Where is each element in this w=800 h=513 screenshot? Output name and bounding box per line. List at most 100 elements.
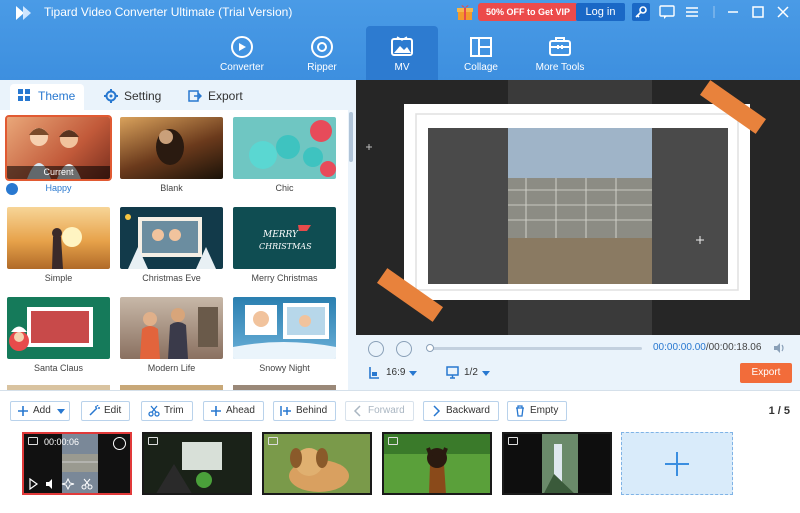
tab-collage[interactable]: Collage [445, 26, 517, 80]
subtab-theme[interactable]: Theme [10, 84, 84, 110]
progress-knob[interactable] [426, 344, 434, 352]
disc-icon [311, 36, 333, 58]
ahead-button[interactable]: Ahead [203, 401, 264, 421]
theme-label: Snowy Night [259, 363, 310, 373]
chevron-left-icon [353, 405, 361, 417]
timeline-clip-1[interactable]: 00:00:06 [22, 432, 132, 495]
tab-label: MV [394, 62, 410, 73]
feedback-icon[interactable] [658, 3, 676, 21]
image-icon [388, 437, 398, 445]
selected-check-icon [6, 183, 18, 195]
video-preview[interactable] [356, 80, 800, 335]
tab-ripper[interactable]: Ripper [286, 26, 358, 80]
theme-blank[interactable]: Blank [120, 117, 223, 193]
collage-icon [470, 37, 492, 57]
subtab-label: Export [208, 89, 243, 103]
theme-label: Christmas Eve [142, 273, 201, 283]
timeline: 00:00:06 [0, 430, 800, 513]
theme-santa-claus[interactable]: Santa Claus [7, 297, 110, 373]
forward-button[interactable]: Forward [345, 401, 414, 421]
theme-merry-christmas[interactable]: MERRY CHRISTMAS Merry Christmas [233, 207, 336, 283]
login-button[interactable]: Log in [576, 3, 625, 21]
backward-button[interactable]: Backward [423, 401, 499, 421]
maximize-icon[interactable] [749, 3, 767, 21]
promo-banner[interactable]: 50% OFF to Get VIP [478, 3, 579, 21]
timeline-clip-3[interactable] [262, 432, 372, 495]
tab-more-tools[interactable]: More Tools [524, 26, 596, 80]
theme-panel: Theme Setting Export Current Happy Blank… [0, 80, 355, 390]
gift-icon[interactable] [456, 3, 474, 21]
app-logo-icon [16, 6, 31, 20]
forward-label: Forward [368, 405, 405, 416]
menu-icon[interactable] [683, 3, 701, 21]
tab-label: Collage [464, 62, 498, 73]
timeline-clip-5[interactable] [502, 432, 612, 495]
theme-label: Happy [45, 183, 72, 193]
add-label: Add [33, 405, 51, 416]
edit-toolbar: Add Edit Trim Ahead Behind Forward Backw… [0, 390, 800, 430]
edit-button[interactable]: Edit [81, 401, 131, 421]
timeline-clip-4[interactable] [382, 432, 492, 495]
scissors-icon [83, 478, 91, 486]
subtab-export[interactable]: Export [180, 84, 256, 110]
theme-chic[interactable]: Chic [233, 117, 336, 193]
export-icon [188, 90, 202, 102]
subtab-label: Setting [124, 89, 162, 103]
tab-label: Converter [220, 62, 264, 73]
pause-button[interactable] [368, 341, 384, 357]
scrollbar-thumb[interactable] [349, 112, 353, 162]
clip-controls [29, 478, 93, 490]
ahead-label: Ahead [226, 405, 255, 416]
aspect-icon [369, 367, 379, 379]
theme-simple[interactable]: Simple [7, 207, 110, 283]
trim-button[interactable]: Trim [141, 401, 193, 421]
image-icon [268, 437, 278, 445]
monitor-icon [446, 366, 459, 379]
stop-button[interactable] [396, 341, 412, 357]
image-icon [148, 437, 158, 445]
edit-label: Edit [104, 405, 122, 416]
theme-label: Chic [275, 183, 294, 193]
progress-bar[interactable] [426, 344, 642, 352]
time-current: 00:00:00.00 [653, 342, 706, 353]
theme-snowy-night[interactable]: Snowy Night [233, 297, 336, 373]
scissors-icon [148, 405, 160, 417]
minimize-icon[interactable] [724, 3, 742, 21]
theme-label: Blank [160, 183, 183, 193]
separator-icon [713, 6, 715, 18]
add-button[interactable]: Add [10, 401, 70, 421]
volume-icon[interactable] [772, 341, 786, 355]
title-bar: Tipard Video Converter Ultimate (Trial V… [0, 0, 800, 80]
empty-button[interactable]: Empty [507, 401, 568, 421]
subtab-setting[interactable]: Setting [96, 84, 174, 110]
export-button[interactable]: Export [740, 363, 792, 383]
add-clip-button[interactable] [621, 432, 733, 495]
tab-mv[interactable]: MV [366, 26, 438, 80]
theme-grid: Current Happy Blank Chic Simple Christma… [0, 110, 348, 390]
screen-dropdown[interactable]: 1/2 [446, 365, 490, 381]
theme-scrollbar[interactable] [348, 110, 355, 390]
gear-icon [104, 89, 118, 103]
aspect-ratio-dropdown[interactable]: 16:9 [368, 365, 418, 381]
converter-icon [231, 36, 253, 58]
timeline-clip-2[interactable] [142, 432, 252, 495]
close-icon[interactable] [774, 3, 792, 21]
theme-christmas-eve[interactable]: Christmas Eve [120, 207, 223, 283]
chevron-down-icon[interactable] [56, 409, 65, 414]
play-icon [29, 478, 39, 490]
theme-happy[interactable]: Current Happy [5, 115, 112, 195]
tab-label: Ripper [307, 62, 337, 73]
window-title: Tipard Video Converter Ultimate (Trial V… [44, 5, 293, 19]
chevron-right-icon [433, 405, 441, 417]
tab-converter[interactable]: Converter [206, 26, 278, 80]
grid-icon [18, 89, 30, 101]
theme-modern-life[interactable]: Modern Life [120, 297, 223, 373]
key-icon[interactable] [632, 3, 650, 21]
behind-button[interactable]: Behind [273, 401, 337, 421]
plus-icon [211, 406, 221, 416]
toolbox-icon [549, 37, 571, 56]
time-display: 00:00:00.00/00:00:18.06 [653, 342, 761, 353]
aspect-ratio-value: 16:9 [386, 367, 406, 378]
close-icon[interactable] [113, 437, 126, 450]
preview-frame [356, 80, 800, 335]
